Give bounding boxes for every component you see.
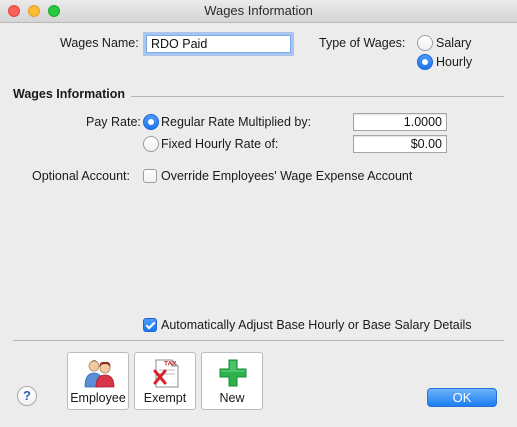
fixed-hourly-rate-label[interactable]: Fixed Hourly Rate of: xyxy=(161,137,278,151)
section-divider xyxy=(131,96,504,97)
new-button-label: New xyxy=(219,391,245,405)
new-button[interactable]: New xyxy=(201,352,263,410)
window-title: Wages Information xyxy=(204,3,313,18)
override-expense-account-label[interactable]: Override Employees' Wage Expense Account xyxy=(161,169,412,183)
help-icon: ? xyxy=(23,388,31,403)
optional-account-label: Optional Account: xyxy=(32,169,130,183)
wages-information-section-title: Wages Information xyxy=(13,87,126,101)
footer-divider xyxy=(13,340,504,341)
auto-adjust-label[interactable]: Automatically Adjust Base Hourly or Base… xyxy=(161,318,472,332)
override-expense-account-checkbox[interactable] xyxy=(143,169,157,183)
tax-icon-text: TAX xyxy=(164,361,177,368)
employee-button[interactable]: Employee xyxy=(67,352,129,410)
plus-icon xyxy=(219,359,247,387)
title-bar[interactable]: Wages Information xyxy=(0,0,517,23)
wages-name-input[interactable] xyxy=(146,35,291,53)
ok-button[interactable]: OK xyxy=(427,388,497,407)
help-button[interactable]: ? xyxy=(17,386,37,406)
wages-name-label: Wages Name: xyxy=(60,36,139,50)
employee-button-label: Employee xyxy=(70,391,126,405)
employee-people-icon xyxy=(84,360,115,388)
pay-rate-label: Pay Rate: xyxy=(86,115,141,129)
type-of-wages-label: Type of Wages: xyxy=(319,36,406,50)
multiplier-input[interactable] xyxy=(353,113,447,131)
wages-information-window: Wages Information Wages Name: Type of Wa… xyxy=(0,0,517,427)
fixed-hourly-rate-radio[interactable] xyxy=(143,136,159,152)
regular-rate-multiplied-radio[interactable] xyxy=(143,114,159,130)
tax-exempt-icon: TAX xyxy=(153,359,179,388)
exempt-button[interactable]: TAX Exempt xyxy=(134,352,196,410)
fixed-rate-input[interactable] xyxy=(353,135,447,153)
salary-radio-label[interactable]: Salary xyxy=(436,36,471,50)
regular-rate-multiplied-label[interactable]: Regular Rate Multiplied by: xyxy=(161,115,311,129)
exempt-button-label: Exempt xyxy=(143,391,187,405)
salary-radio[interactable] xyxy=(417,35,433,51)
auto-adjust-checkbox[interactable] xyxy=(143,318,157,332)
hourly-radio[interactable] xyxy=(417,54,433,70)
hourly-radio-label[interactable]: Hourly xyxy=(436,55,472,69)
